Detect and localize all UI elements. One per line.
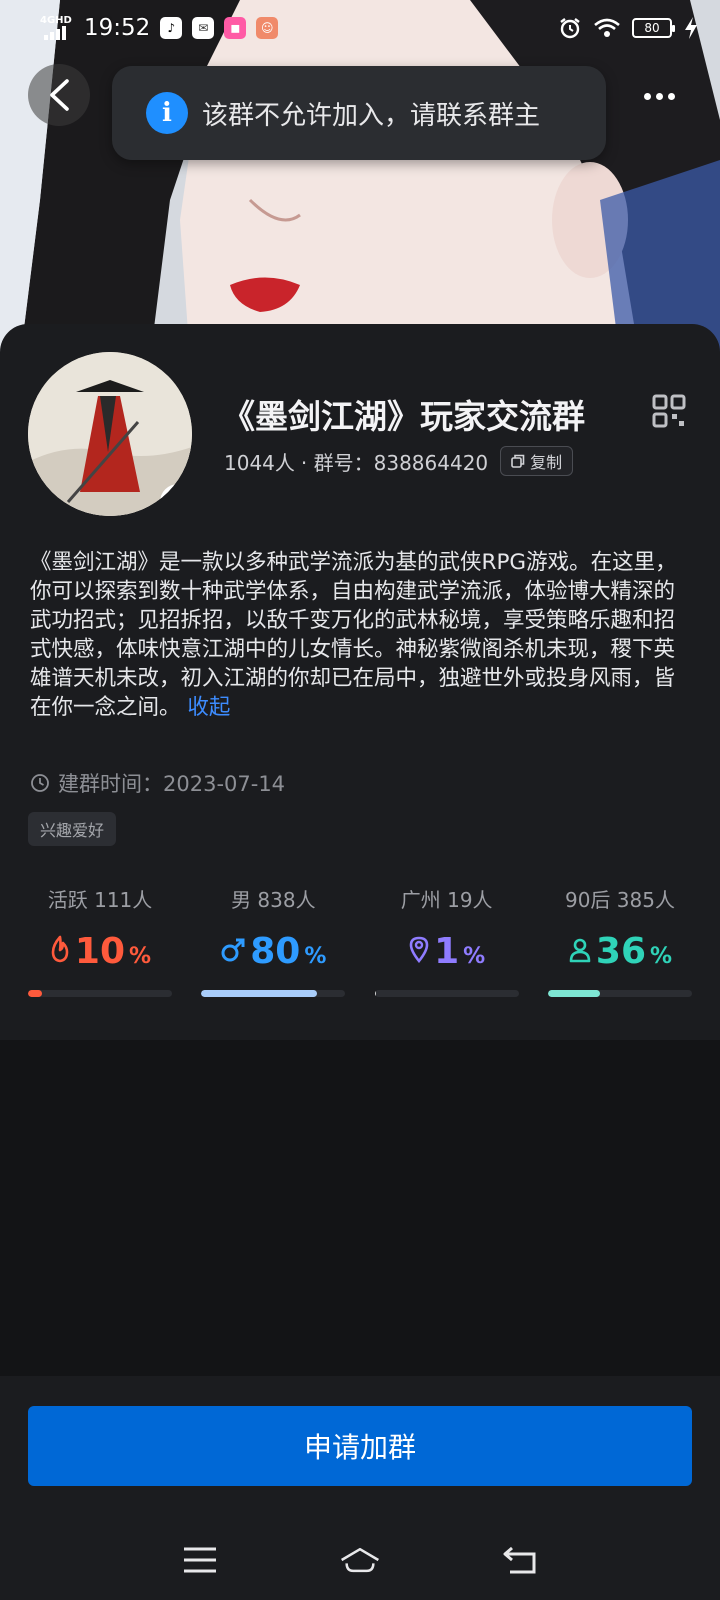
stat-progress-bar (28, 990, 172, 997)
info-icon: i (146, 92, 188, 134)
stat-value: 10% (49, 931, 151, 972)
stat-label: 广州 19人 (400, 888, 493, 912)
menu-icon (184, 1547, 216, 1573)
clock-icon (31, 774, 49, 792)
stat-number: 10 (74, 931, 126, 972)
app-notification-icon: ✉ (192, 17, 215, 39)
stat-number: 1 (434, 931, 460, 972)
status-time: 19:52 (84, 15, 151, 41)
more-dot (655, 92, 663, 100)
cellular-signal-icon: 4GHD (40, 16, 74, 40)
system-nav-bar (0, 1520, 720, 1600)
more-options-button[interactable] (634, 78, 684, 114)
group-name: 《墨剑江湖》玩家交流群 (222, 397, 585, 436)
apply-join-button[interactable]: 申请加群 (28, 1406, 692, 1486)
group-id: · 群号：838864420 (300, 450, 489, 475)
group-info-card: 《墨剑江湖》玩家交流群 1044人 · 群号：838864420 复制 《墨剑江… (0, 324, 720, 1040)
stat-location: 广州 19人 1% (374, 884, 519, 997)
menu-nav-button[interactable] (180, 1540, 220, 1580)
qr-code-icon[interactable] (652, 394, 686, 428)
alarm-icon (560, 18, 580, 39)
stat-value: 1% (408, 931, 485, 972)
back-nav-button[interactable] (500, 1540, 540, 1580)
wifi-icon (594, 18, 620, 37)
member-count: 1044人 (224, 450, 295, 475)
stat-label: 活跃 111人 (47, 888, 153, 912)
member-stats: 活跃 111人 10% 男 838人 80% 广州 19人 1 % 90后 38… (28, 884, 692, 997)
chevron-left-icon (50, 79, 69, 111)
group-meta: 1044人 · 群号：838864420 复制 (224, 446, 574, 476)
stat-unit: % (650, 944, 673, 969)
stat-unit: % (129, 944, 152, 969)
flame-icon (51, 935, 69, 963)
stat-value: 36% (568, 931, 672, 972)
return-icon (503, 1546, 536, 1574)
more-dot (643, 92, 651, 100)
app-notification-icon-2: ◼ (224, 17, 247, 39)
charging-icon (685, 17, 697, 39)
group-description: 《墨剑江湖》是一款以多种武学流派为基的武侠RPG游戏。在这里，你可以探索到数十种… (30, 548, 692, 722)
copy-label: 复制 (530, 453, 563, 472)
status-bar: 4GHD 19:52 ♪ ✉ ◼ ☺ 80 (0, 0, 720, 56)
stat-active: 活跃 111人 10% (28, 884, 172, 997)
stat-progress-bar (374, 990, 519, 997)
stat-unit: % (304, 944, 327, 969)
stat-value: 80% (220, 931, 326, 972)
location-pin-icon (409, 936, 429, 963)
tiktok-icon: ♪ (160, 17, 183, 39)
person-icon (569, 938, 591, 963)
collapse-link[interactable]: 收起 (187, 695, 230, 720)
stat-label: 男 838人 (231, 888, 316, 912)
category-tag[interactable]: 兴趣爱好 (28, 812, 117, 846)
stat-number: 80 (250, 931, 301, 972)
stat-number: 36 (595, 931, 647, 972)
more-dot (667, 92, 675, 100)
stat-male: 男 838人 80% (201, 884, 346, 997)
app-notification-icon-3: ☺ (256, 17, 279, 39)
battery-icon: 80 (632, 18, 675, 38)
description-text: 《墨剑江湖》是一款以多种武学流派为基的武侠RPG游戏。在这里，你可以探索到数十种… (30, 550, 677, 720)
stat-progress-bar (547, 990, 692, 997)
back-button[interactable] (28, 64, 90, 126)
stat-label: 90后 385人 (564, 888, 675, 912)
stat-age: 90后 385人 36% (547, 884, 692, 997)
stat-unit: % (463, 944, 486, 969)
created-text: 建群时间：2023-07-14 (58, 772, 286, 796)
toast-message: i 该群不允许加入，请联系群主 (112, 66, 606, 160)
created-date: 建群时间：2023-07-14 (30, 768, 285, 798)
copy-icon (511, 454, 525, 468)
home-nav-button[interactable] (340, 1540, 380, 1580)
male-icon (221, 938, 245, 962)
stat-progress-bar (201, 990, 346, 997)
copy-button[interactable]: 复制 (500, 446, 574, 476)
home-icon (341, 1547, 379, 1573)
group-avatar[interactable] (28, 352, 192, 516)
toast-text: 该群不允许加入，请联系群主 (202, 100, 541, 131)
